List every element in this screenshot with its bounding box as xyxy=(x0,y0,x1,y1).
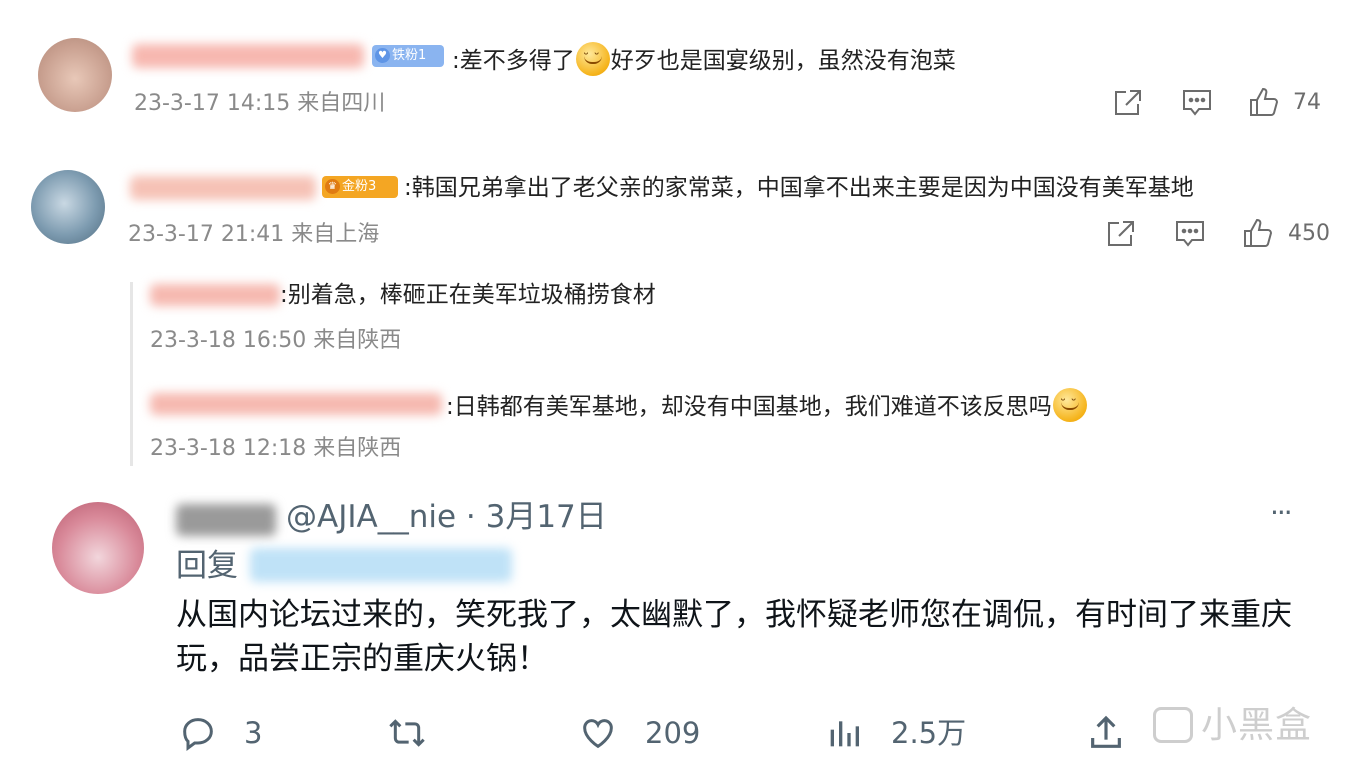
reply-text: :日韩都有美军基地，却没有中国基地，我们难道不该反思吗 xyxy=(446,388,1088,422)
like-icon[interactable] xyxy=(1248,86,1280,118)
username-redacted[interactable] xyxy=(150,284,280,306)
username-redacted[interactable] xyxy=(150,393,442,415)
heart-icon[interactable] xyxy=(578,713,618,757)
badge-icon: ♛ xyxy=(325,179,340,194)
badge-label: 铁粉1 xyxy=(392,48,427,63)
reply-thread-line xyxy=(130,282,133,466)
comment-text-part: 好歹也是国宴级别，虽然没有泡菜 xyxy=(610,48,956,74)
watermark-logo-icon xyxy=(1152,707,1193,743)
like-count: 209 xyxy=(645,716,701,750)
share-icon[interactable] xyxy=(1112,88,1144,118)
comment-icon[interactable] xyxy=(1181,88,1213,118)
comment-text: :差不多得了 好歹也是国宴级别，虽然没有泡菜 xyxy=(452,42,956,76)
tweet-card[interactable]: @AJIA__nie · 3月17日 ··· 回复 从国内论坛过来的，笑死我了，… xyxy=(0,466,1350,779)
comment-text-part: :差不多得了 xyxy=(452,48,575,74)
upload-icon[interactable] xyxy=(1086,713,1126,757)
smirk-emoji-icon xyxy=(575,42,610,76)
like-icon[interactable] xyxy=(1242,217,1274,249)
share-icon[interactable] xyxy=(1105,219,1137,249)
smile-emoji-icon xyxy=(1052,388,1087,422)
tweet-text: 从国内论坛过来的，笑死我了，太幽默了，我怀疑老师您在调侃，有时间了来重庆玩，品尝… xyxy=(176,597,1292,677)
retweet-icon[interactable] xyxy=(385,713,429,757)
badge-icon: ♥ xyxy=(375,48,390,63)
reply-count: 3 xyxy=(244,716,263,750)
like-count: 450 xyxy=(1288,221,1330,246)
reply-text: :别着急，棒砸正在美军垃圾桶捞食材 xyxy=(280,282,656,308)
watermark-text: 小黑盒 xyxy=(1200,705,1312,746)
badge-label: 金粉3 xyxy=(342,179,377,194)
fan-badge: ♛ 金粉3 xyxy=(322,176,398,198)
reply-prefix: 回复 xyxy=(176,548,238,584)
username-redacted[interactable] xyxy=(130,176,316,200)
more-options-icon[interactable]: ··· xyxy=(1270,496,1293,529)
reply-meta: 23-3-18 16:50 来自陕西 xyxy=(150,328,402,353)
username-redacted[interactable] xyxy=(132,44,364,68)
reply-icon[interactable] xyxy=(178,713,218,757)
comment-icon[interactable] xyxy=(1174,219,1206,249)
comment-meta: 23-3-17 14:15 来自四川 xyxy=(134,91,386,116)
comment-text: :韩国兄弟拿出了老父亲的家常菜，中国拿不出来主要是因为中国没有美军基地 xyxy=(404,175,1194,201)
views-icon[interactable] xyxy=(824,713,864,757)
reply-target-redacted[interactable] xyxy=(250,548,512,582)
avatar[interactable] xyxy=(38,38,112,112)
watermark: 小黑盒 xyxy=(1152,696,1312,748)
avatar[interactable] xyxy=(31,170,105,244)
fan-badge: ♥ 铁粉1 xyxy=(372,45,444,67)
tweet-handle-date[interactable]: @AJIA__nie · 3月17日 xyxy=(286,497,607,537)
username-redacted[interactable] xyxy=(176,504,276,536)
weibo-comments: ♥ 铁粉1 :差不多得了 好歹也是国宴级别，虽然没有泡菜 23-3-17 14:1… xyxy=(0,0,1350,466)
view-count: 2.5万 xyxy=(891,716,967,750)
comment-meta: 23-3-17 21:41 来自上海 xyxy=(128,222,380,247)
like-count: 74 xyxy=(1293,90,1321,115)
reply-meta: 23-3-18 12:18 来自陕西 xyxy=(150,436,402,461)
avatar[interactable] xyxy=(52,502,144,594)
reply-text-part: :日韩都有美军基地，却没有中国基地，我们难道不该反思吗 xyxy=(446,394,1052,420)
